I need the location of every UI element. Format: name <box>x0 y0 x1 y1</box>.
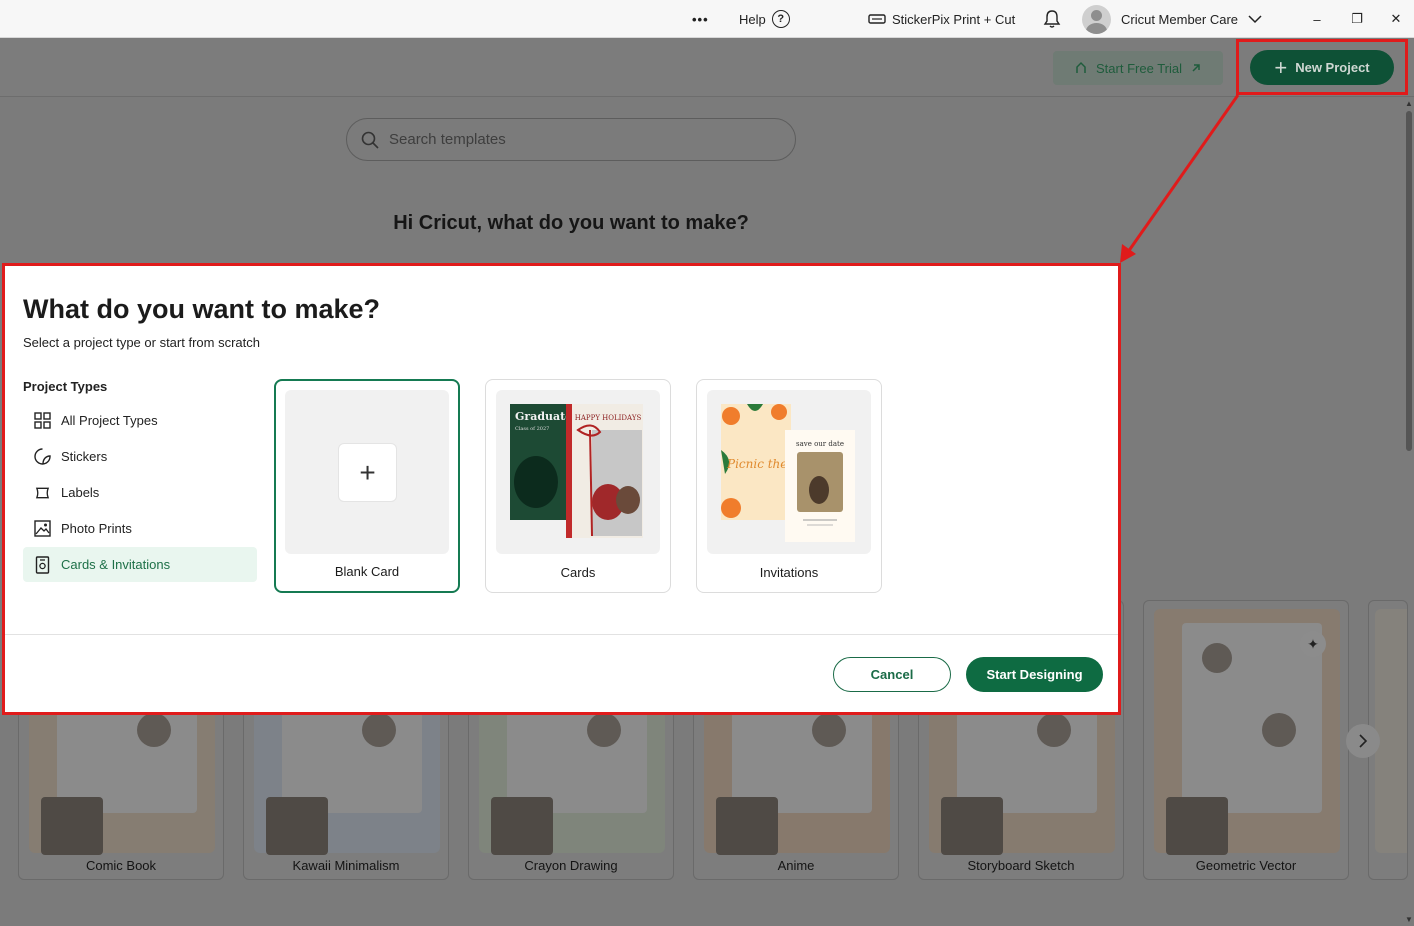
grid-icon <box>34 412 51 429</box>
style-label: Kawaii Minimalism <box>292 858 400 873</box>
image-icon <box>34 520 51 537</box>
more-options-icon[interactable]: ••• <box>692 0 709 38</box>
dialog-divider <box>3 634 1119 635</box>
start-free-trial-label: Start Free Trial <box>1096 60 1182 76</box>
user-menu[interactable]: Cricut Member Care <box>1082 0 1262 38</box>
help-icon: ? <box>771 10 790 28</box>
style-artwork <box>1375 609 1407 853</box>
plus-icon: + <box>338 443 397 502</box>
start-free-trial-button[interactable]: Start Free Trial <box>1053 51 1223 85</box>
scrollbar-thumb[interactable] <box>1406 111 1412 451</box>
style-label: Geometric Vector <box>1195 858 1297 873</box>
cards-option[interactable]: Graduate Class of 2027 HAPPY HOLIDAYS Ca… <box>485 379 671 593</box>
machine-selector[interactable]: StickerPix Print + Cut <box>868 0 1015 38</box>
project-type-label: All Project Types <box>61 413 158 428</box>
svg-text:HAPPY HOLIDAYS: HAPPY HOLIDAYS <box>575 414 642 422</box>
search-templates-input[interactable]: Search templates <box>346 118 796 161</box>
svg-text:Class of 2027: Class of 2027 <box>515 426 549 432</box>
project-type-label: Stickers <box>61 449 108 464</box>
start-designing-button[interactable]: Start Designing <box>966 657 1103 692</box>
external-link-icon <box>1192 64 1200 72</box>
project-types-heading: Project Types <box>23 379 108 394</box>
project-type-label: Labels <box>61 485 100 500</box>
help-button[interactable]: Help ? <box>739 0 790 38</box>
scroll-down-icon[interactable]: ▼ <box>1405 915 1413 924</box>
project-type-labels[interactable]: Labels <box>23 475 257 510</box>
printer-icon <box>868 14 886 24</box>
sticker-icon <box>34 448 51 465</box>
chevron-down-icon <box>1248 14 1262 23</box>
new-project-dialog: What do you want to make? Select a proje… <box>3 264 1119 713</box>
svg-text:Graduate: Graduate <box>515 410 572 423</box>
chevron-right-icon <box>1358 734 1367 748</box>
cancel-button[interactable]: Cancel <box>833 657 951 692</box>
maximize-button[interactable]: ❐ <box>1337 0 1377 38</box>
project-type-stickers[interactable]: Stickers <box>23 439 257 474</box>
project-type-all[interactable]: All Project Types <box>23 403 257 438</box>
plus-icon: + <box>1274 54 1288 80</box>
card-icon <box>34 555 51 574</box>
style-artwork: ✦ <box>1154 609 1340 855</box>
card-option-label: Invitations <box>759 565 819 580</box>
invitations-option[interactable]: Picnic the Su save our date Invitations <box>696 379 882 593</box>
card-option-label: Cards <box>560 565 596 580</box>
blank-card-option[interactable]: + Blank Card <box>274 379 460 593</box>
project-type-photo-prints[interactable]: Photo Prints <box>23 511 257 546</box>
crown-icon <box>1076 61 1086 73</box>
notifications-bell-icon[interactable] <box>1043 0 1061 38</box>
style-label: Comic Book <box>85 858 157 873</box>
close-window-button[interactable]: ✕ <box>1376 0 1414 38</box>
machine-label: StickerPix Print + Cut <box>892 11 1016 27</box>
card-option-label: Blank Card <box>334 564 400 579</box>
invitations-thumbnail: Picnic the Su save our date <box>707 390 871 554</box>
new-project-button[interactable]: + New Project <box>1250 50 1394 85</box>
style-tile[interactable]: ✦ Geometric Vector <box>1143 600 1349 880</box>
project-type-cards-invitations[interactable]: Cards & Invitations <box>23 547 257 582</box>
style-label: Anime <box>777 858 815 873</box>
search-icon <box>361 131 379 149</box>
avatar <box>1082 4 1111 34</box>
style-label: Storyboard Sketch <box>967 858 1075 873</box>
blank-card-thumbnail: + <box>285 390 449 554</box>
label-icon <box>34 484 51 501</box>
help-label: Help <box>739 11 766 27</box>
title-bar: ••• Help ? StickerPix Print + Cut Cricut… <box>0 0 1414 38</box>
style-label: Crayon Drawing <box>524 858 618 873</box>
greeting-heading: Hi Cricut, what do you want to make? <box>393 212 749 234</box>
project-type-label: Cards & Invitations <box>61 557 171 572</box>
scroll-up-icon[interactable]: ▲ <box>1405 99 1413 108</box>
sparkle-icon: ✦ <box>1300 631 1326 657</box>
search-placeholder: Search templates <box>389 131 506 148</box>
new-project-label: New Project <box>1295 60 1370 75</box>
project-type-label: Photo Prints <box>61 521 132 536</box>
carousel-next-button[interactable] <box>1346 724 1380 758</box>
user-name: Cricut Member Care <box>1121 11 1239 27</box>
cards-thumbnail: Graduate Class of 2027 HAPPY HOLIDAYS <box>496 390 660 554</box>
dialog-title: What do you want to make? <box>23 294 381 324</box>
minimize-button[interactable]: – <box>1297 0 1337 38</box>
dialog-subtitle: Select a project type or start from scra… <box>23 335 260 350</box>
svg-text:save our date: save our date <box>796 440 844 448</box>
